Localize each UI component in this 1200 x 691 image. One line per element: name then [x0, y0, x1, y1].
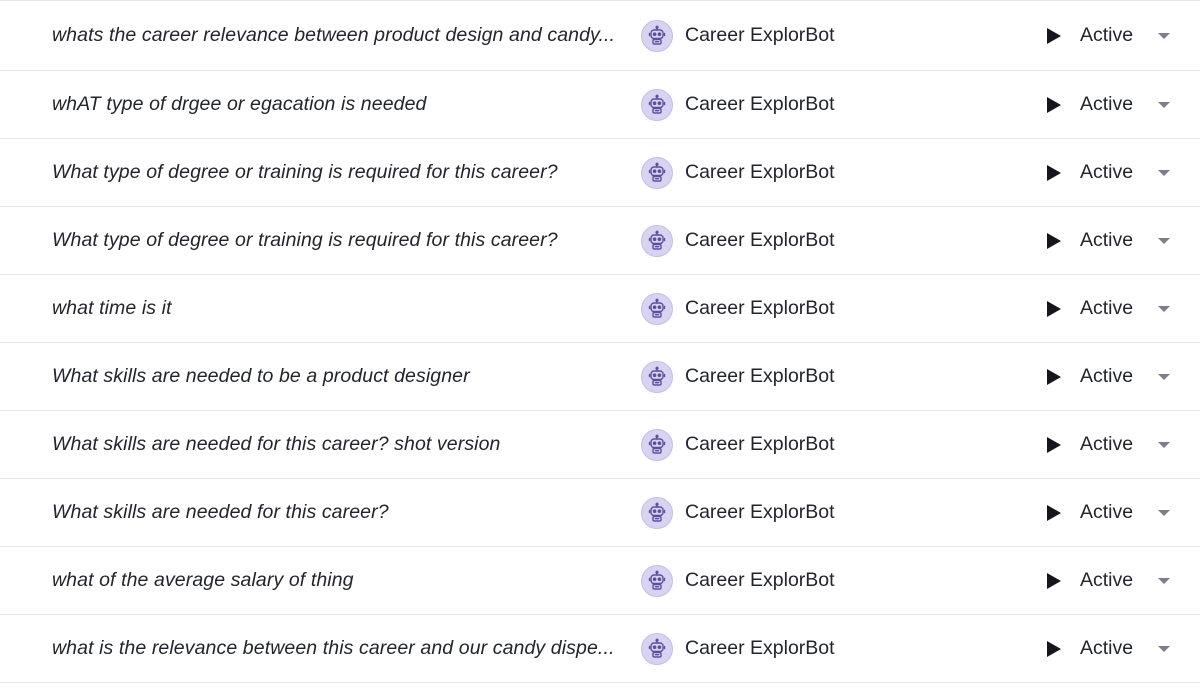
- robot-avatar-icon: [641, 292, 673, 325]
- play-icon[interactable]: [1046, 572, 1062, 590]
- play-icon[interactable]: [1046, 504, 1062, 522]
- chevron-down-icon[interactable]: [1156, 31, 1172, 41]
- chevron-down-icon[interactable]: [1156, 508, 1172, 518]
- prompt-row[interactable]: what of the average salary of thing Care…: [0, 547, 1200, 615]
- robot-avatar-icon: [641, 156, 673, 189]
- prompt-row[interactable]: What skills are needed for this career? …: [0, 411, 1200, 479]
- robot-avatar-icon: [641, 632, 673, 665]
- robot-avatar-icon: [641, 360, 673, 393]
- status-toggle[interactable]: Active: [1046, 365, 1133, 388]
- prompt-row[interactable]: what time is it Career ExplorBot Active: [0, 275, 1200, 343]
- status-toggle[interactable]: Active: [1046, 93, 1133, 116]
- status-toggle[interactable]: Active: [1046, 297, 1133, 320]
- prompt-text: whats the career relevance between produ…: [52, 24, 616, 46]
- chevron-down-icon[interactable]: [1156, 372, 1172, 382]
- status-label: Active: [1080, 637, 1134, 659]
- play-icon[interactable]: [1046, 300, 1062, 318]
- prompt-text: What skills are needed for this career?: [52, 501, 389, 523]
- robot-avatar-icon: [641, 496, 673, 529]
- bot-chip: Career ExplorBot: [641, 632, 835, 665]
- status-toggle[interactable]: Active: [1046, 637, 1133, 660]
- prompt-row[interactable]: whAT type of drgee or egacation is neede…: [0, 71, 1200, 139]
- status-label: Active: [1080, 501, 1134, 523]
- chevron-down-icon[interactable]: [1156, 236, 1172, 246]
- bot-name: Career ExplorBot: [685, 24, 835, 46]
- prompt-row[interactable]: what is the relevance between this caree…: [0, 615, 1200, 683]
- chevron-down-icon[interactable]: [1156, 644, 1172, 654]
- status-label: Active: [1080, 24, 1134, 46]
- status-label: Active: [1080, 365, 1134, 387]
- play-icon[interactable]: [1046, 96, 1062, 114]
- prompt-text: What skills are needed to be a product d…: [52, 365, 470, 387]
- prompt-row[interactable]: What skills are needed for this career?: [0, 479, 1200, 547]
- bot-name: Career ExplorBot: [685, 365, 835, 387]
- prompt-text: What type of degree or training is requi…: [52, 229, 558, 251]
- play-icon[interactable]: [1046, 368, 1062, 386]
- play-icon[interactable]: [1046, 164, 1062, 182]
- robot-avatar-icon: [641, 88, 673, 121]
- prompt-text: whAT type of drgee or egacation is neede…: [52, 93, 427, 115]
- prompt-text: what time is it: [52, 297, 172, 319]
- bot-chip: Career ExplorBot: [641, 224, 835, 257]
- bot-chip: Career ExplorBot: [641, 360, 835, 393]
- bot-name: Career ExplorBot: [685, 161, 835, 183]
- play-icon[interactable]: [1046, 436, 1062, 454]
- status-label: Active: [1080, 229, 1134, 251]
- prompt-text: What type of degree or training is requi…: [52, 161, 558, 183]
- bot-name: Career ExplorBot: [685, 637, 835, 659]
- status-toggle[interactable]: Active: [1046, 569, 1133, 592]
- chevron-down-icon[interactable]: [1156, 576, 1172, 586]
- play-icon[interactable]: [1046, 640, 1062, 658]
- bot-name: Career ExplorBot: [685, 501, 835, 523]
- chevron-down-icon[interactable]: [1156, 440, 1172, 450]
- status-label: Active: [1080, 161, 1134, 183]
- bot-name: Career ExplorBot: [685, 569, 835, 591]
- bot-name: Career ExplorBot: [685, 93, 835, 115]
- status-label: Active: [1080, 433, 1134, 455]
- prompt-row[interactable]: What type of degree or training is requi…: [0, 139, 1200, 207]
- status-toggle[interactable]: Active: [1046, 433, 1133, 456]
- status-label: Active: [1080, 93, 1134, 115]
- prompt-list: whats the career relevance between produ…: [0, 0, 1200, 691]
- robot-avatar-icon: [641, 19, 673, 52]
- prompt-row[interactable]: What type of degree or training is requi…: [0, 207, 1200, 275]
- prompt-text: what is the relevance between this caree…: [52, 637, 615, 659]
- robot-avatar-icon: [641, 564, 673, 597]
- bot-chip: Career ExplorBot: [641, 156, 835, 189]
- bot-chip: Career ExplorBot: [641, 496, 835, 529]
- status-toggle[interactable]: Active: [1046, 161, 1133, 184]
- bot-chip: Career ExplorBot: [641, 292, 835, 325]
- bot-name: Career ExplorBot: [685, 297, 835, 319]
- robot-avatar-icon: [641, 224, 673, 257]
- chevron-down-icon[interactable]: [1156, 304, 1172, 314]
- status-label: Active: [1080, 569, 1134, 591]
- robot-avatar-icon: [641, 428, 673, 461]
- bot-chip: Career ExplorBot: [641, 19, 835, 52]
- bot-name: Career ExplorBot: [685, 433, 835, 455]
- bot-chip: Career ExplorBot: [641, 88, 835, 121]
- prompt-row[interactable]: What skills are needed to be a product d…: [0, 343, 1200, 411]
- play-icon[interactable]: [1046, 232, 1062, 250]
- prompt-text: What skills are needed for this career? …: [52, 433, 501, 455]
- status-toggle[interactable]: Active: [1046, 229, 1133, 252]
- status-label: Active: [1080, 297, 1134, 319]
- bot-name: Career ExplorBot: [685, 229, 835, 251]
- prompt-text: what of the average salary of thing: [52, 569, 354, 591]
- status-toggle[interactable]: Active: [1046, 501, 1133, 524]
- play-icon[interactable]: [1046, 27, 1062, 45]
- chevron-down-icon[interactable]: [1156, 168, 1172, 178]
- status-toggle[interactable]: Active: [1046, 24, 1133, 47]
- bot-chip: Career ExplorBot: [641, 428, 835, 461]
- chevron-down-icon[interactable]: [1156, 100, 1172, 110]
- prompt-row[interactable]: whats the career relevance between produ…: [0, 1, 1200, 71]
- bot-chip: Career ExplorBot: [641, 564, 835, 597]
